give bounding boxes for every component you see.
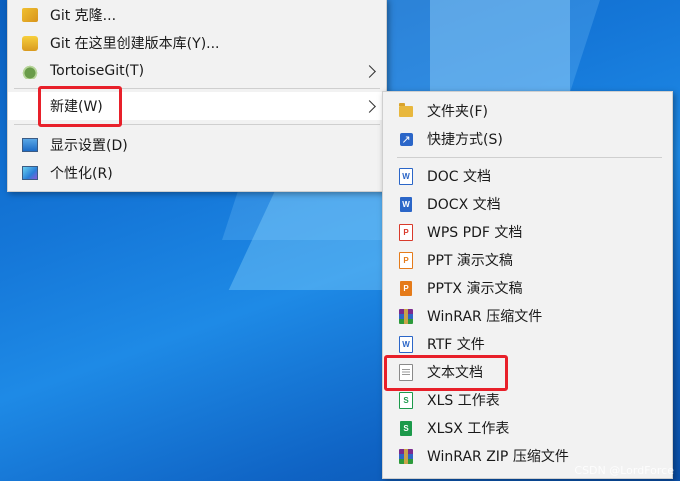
xls-icon: S — [398, 391, 414, 409]
tortoisegit-icon — [22, 63, 38, 79]
watermark: CSDN @LordForce — [574, 464, 674, 477]
git-repo-icon — [22, 35, 38, 51]
highlight-box-text-document — [384, 355, 508, 391]
chevron-right-icon — [363, 99, 376, 113]
menu-item-label: XLS 工作表 — [427, 393, 500, 409]
highlight-box-new — [38, 86, 122, 127]
folder-icon — [398, 102, 414, 119]
menu-item-git-create-repo[interactable]: Git 在这里创建版本库(Y)... — [8, 29, 386, 57]
submenu-item-pptx[interactable]: P PPTX 演示文稿 — [383, 274, 672, 302]
rtf-icon: W — [398, 335, 414, 353]
menu-item-tortoisegit[interactable]: TortoiseGit(T) — [8, 57, 386, 85]
menu-item-git-clone[interactable]: Git 克隆... — [8, 1, 386, 29]
pptx-icon: P — [398, 280, 414, 296]
submenu-item-rtf[interactable]: W RTF 文件 — [383, 330, 672, 358]
menu-item-label: PPT 演示文稿 — [427, 253, 513, 269]
submenu-item-shortcut[interactable]: ↗ 快捷方式(S) — [383, 125, 672, 153]
pdf-icon: P — [398, 223, 414, 241]
submenu-item-doc[interactable]: W DOC 文档 — [383, 162, 672, 190]
new-submenu: 文件夹(F) ↗ 快捷方式(S) W DOC 文档 W DOCX 文档 P WP… — [382, 91, 673, 479]
menu-item-label: 文件夹(F) — [427, 104, 488, 120]
menu-item-label: WinRAR ZIP 压缩文件 — [427, 449, 569, 465]
menu-item-personalize[interactable]: 个性化(R) — [8, 159, 386, 187]
menu-item-label: DOCX 文档 — [427, 197, 501, 213]
winrar-zip-icon — [398, 448, 414, 464]
menu-item-label: WPS PDF 文档 — [427, 225, 523, 241]
submenu-item-ppt[interactable]: P PPT 演示文稿 — [383, 246, 672, 274]
menu-item-label: Git 在这里创建版本库(Y)... — [50, 36, 220, 52]
menu-item-label: 个性化(R) — [50, 166, 113, 182]
menu-item-label: PPTX 演示文稿 — [427, 281, 523, 297]
submenu-item-winrar[interactable]: WinRAR 压缩文件 — [383, 302, 672, 330]
menu-item-label: DOC 文档 — [427, 169, 492, 185]
menu-separator — [397, 157, 662, 158]
menu-item-display-settings[interactable]: 显示设置(D) — [8, 131, 386, 159]
menu-item-label: WinRAR 压缩文件 — [427, 309, 543, 325]
winrar-icon — [398, 308, 414, 324]
submenu-item-xlsx[interactable]: S XLSX 工作表 — [383, 414, 672, 442]
git-clone-icon — [22, 7, 38, 23]
ppt-icon: P — [398, 251, 414, 269]
doc-icon: W — [398, 167, 414, 185]
menu-item-label: Git 克隆... — [50, 8, 117, 24]
xlsx-icon: S — [398, 420, 414, 436]
menu-item-label: 快捷方式(S) — [427, 132, 503, 148]
docx-icon: W — [398, 196, 414, 212]
submenu-item-wps-pdf[interactable]: P WPS PDF 文档 — [383, 218, 672, 246]
shortcut-icon: ↗ — [399, 132, 413, 146]
chevron-right-icon — [363, 64, 376, 78]
menu-item-label: RTF 文件 — [427, 337, 485, 353]
display-settings-icon — [22, 137, 38, 153]
menu-item-label: XLSX 工作表 — [427, 421, 510, 437]
personalize-icon — [22, 165, 38, 181]
menu-item-label: TortoiseGit(T) — [50, 63, 145, 79]
submenu-item-docx[interactable]: W DOCX 文档 — [383, 190, 672, 218]
submenu-item-folder[interactable]: 文件夹(F) — [383, 97, 672, 125]
menu-item-label: 显示设置(D) — [50, 138, 128, 154]
